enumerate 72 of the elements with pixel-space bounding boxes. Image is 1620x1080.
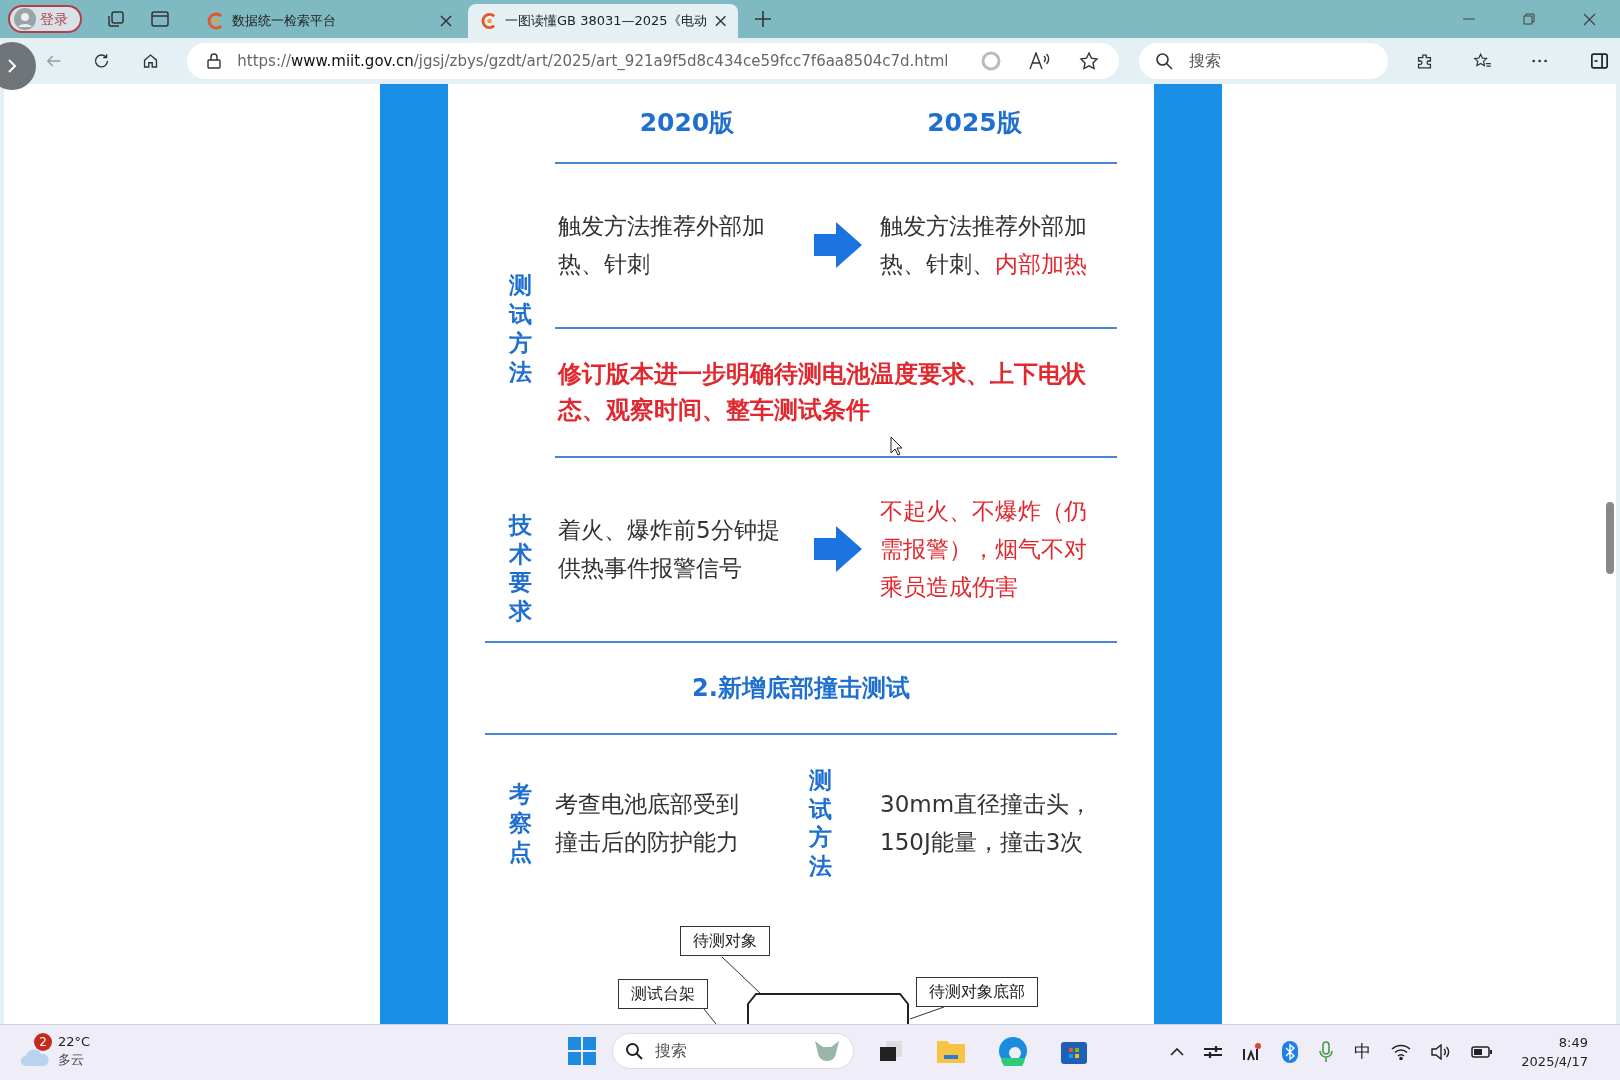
sliders-icon[interactable] xyxy=(1204,1044,1223,1060)
extensions-icon[interactable] xyxy=(1416,51,1434,71)
windows-start-icon[interactable] xyxy=(568,1037,596,1065)
search-field[interactable]: 搜索 xyxy=(1138,43,1389,79)
clock-time[interactable]: 8:49 xyxy=(1558,1033,1588,1052)
cloud-icon xyxy=(20,1047,50,1067)
column-header: 2020版 xyxy=(639,108,735,138)
restore-icon[interactable] xyxy=(1523,13,1535,25)
close-icon[interactable] xyxy=(714,15,726,27)
notification-badge: 2 xyxy=(34,1033,52,1051)
description-text: 考查电池底部受到撞击后的防护能力 xyxy=(555,790,740,858)
tab-actions-icon[interactable] xyxy=(150,10,170,28)
edge-browser-icon[interactable] xyxy=(998,1036,1028,1066)
comparison-text: 着火、爆炸前5分钟提供热事件报警信号 xyxy=(557,516,781,584)
avatar-icon xyxy=(14,8,36,30)
taskbar-search-field[interactable]: 搜索 xyxy=(612,1033,854,1069)
browser-tab[interactable]: 一图读懂GB 38031—2025《电动 xyxy=(468,4,738,38)
battery-icon[interactable] xyxy=(1471,1046,1494,1058)
vertical-label: 测试方法 xyxy=(808,765,832,881)
mascot-icon xyxy=(813,1039,841,1063)
search-icon xyxy=(625,1042,643,1060)
description-text: 30mm直径撞击头，150J能量，撞击3次 xyxy=(880,790,1094,858)
weather-text: 多云 xyxy=(58,1051,85,1069)
speaker-icon[interactable] xyxy=(1431,1044,1452,1060)
sidebar-icon[interactable] xyxy=(1591,52,1608,70)
column-header: 2025版 xyxy=(927,108,1022,138)
lock-icon xyxy=(207,53,222,69)
url-text: https://www.miit.gov.cn/jgsj/zbys/gzdt/art/2025/art_921a9f5d8c434ce59fcc7f6aa8504c7d.html xyxy=(237,50,949,72)
vertical-label: 考察点 xyxy=(508,780,532,867)
home-icon[interactable] xyxy=(142,51,160,71)
input-method-indicator[interactable]: 中 xyxy=(1354,1039,1372,1065)
close-icon[interactable] xyxy=(1583,12,1596,26)
diagram-label: 待测对象底部 xyxy=(916,977,1038,1008)
microphone-icon[interactable] xyxy=(1318,1041,1335,1063)
browser-tab[interactable]: 数据统一检索平台 xyxy=(194,4,464,38)
chevron-up-icon[interactable] xyxy=(1170,1048,1185,1056)
site-logo-icon xyxy=(206,12,224,30)
read-aloud-icon[interactable] xyxy=(1028,52,1051,70)
bluetooth-icon[interactable] xyxy=(1282,1041,1299,1063)
sidebar-toggle-button[interactable] xyxy=(0,42,36,90)
vertical-label: 测试方法 xyxy=(508,271,532,387)
leader-line xyxy=(721,956,761,995)
more-icon[interactable] xyxy=(1531,59,1547,63)
refresh-icon[interactable] xyxy=(93,51,111,71)
close-icon[interactable] xyxy=(440,15,452,27)
temperature-text: 22°C xyxy=(58,1033,91,1051)
diagram-label: 待测对象 xyxy=(680,926,770,957)
new-tab-icon[interactable] xyxy=(754,10,772,28)
leader-line xyxy=(909,1006,945,1021)
leader-line xyxy=(703,1008,717,1024)
clock-date[interactable]: 2025/4/17 xyxy=(1521,1052,1588,1071)
right-arrow-icon xyxy=(813,526,862,573)
cursor-icon xyxy=(890,436,904,456)
chevron-icon xyxy=(7,59,17,73)
search-icon xyxy=(1154,52,1173,70)
comparison-text: 不起火、不爆炸（仍需报警），烟气不对乘员造成伤害 xyxy=(880,497,1088,603)
vertical-label: 技术要求 xyxy=(508,510,532,626)
profile-button[interactable]: 登录 xyxy=(8,5,82,33)
diagram-label: 测试台架 xyxy=(618,979,708,1010)
folder-icon[interactable] xyxy=(936,1038,966,1064)
collections-icon[interactable] xyxy=(106,9,126,29)
star-icon[interactable] xyxy=(1078,51,1099,71)
right-arrow-icon xyxy=(813,222,862,269)
task-view-icon[interactable] xyxy=(878,1039,904,1063)
site-logo-icon xyxy=(480,12,498,30)
note-text: 修订版本进一步明确待测电池温度要求、上下电状态、观察时间、整车测试条件 xyxy=(556,359,1087,427)
comparison-text: 触发方法推荐外部加热、针刺 xyxy=(557,212,766,280)
address-bar[interactable]: https://www.miit.gov.cn/jgsj/zbys/gzdt/art/2025/art_921a9f5d8c434ce59fcc7f6aa8504c7d.html xyxy=(187,43,1119,79)
wifi-icon[interactable] xyxy=(1391,1044,1412,1060)
section-heading: 2.新增底部撞击测试 xyxy=(692,672,910,704)
meter-icon[interactable] xyxy=(1242,1043,1263,1061)
comparison-text: 触发方法推荐外部加热、针刺、内部加热 xyxy=(880,212,1088,280)
